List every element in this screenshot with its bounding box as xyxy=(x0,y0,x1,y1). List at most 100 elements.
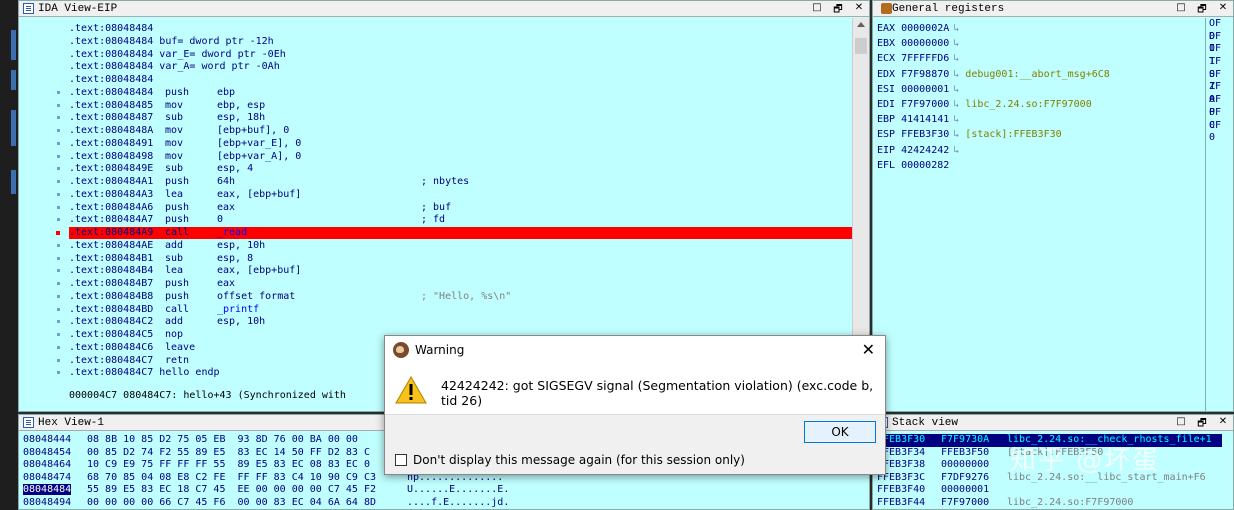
close-window-icon[interactable]: ✕ xyxy=(853,2,865,19)
jump-arrow-icon[interactable]: ↳ xyxy=(953,99,959,110)
hex-bytes[interactable]: 55 89 E5 83 EC 18 C7 45 EE 00 00 00 00 C… xyxy=(87,484,376,497)
disassembly-line[interactable]: .text:080484A3 lea eax, [ebp+buf] xyxy=(69,189,301,201)
register-value[interactable]: 0000002A xyxy=(901,23,949,34)
code-marker[interactable] xyxy=(57,243,60,247)
code-marker[interactable] xyxy=(57,180,60,183)
disassembly-line[interactable]: .text:080484C5 nop xyxy=(69,329,183,341)
register-row[interactable]: EDX F7F98870 ↳ debug001:__abort_msg+6C8 xyxy=(877,67,1110,82)
disassembly-line[interactable]: .text:080484B8 push offset format ; "Hello,… xyxy=(69,291,511,303)
register-value[interactable]: F7F98870 xyxy=(901,69,949,80)
code-marker[interactable] xyxy=(57,320,60,324)
register-row[interactable]: EFL 00000282 xyxy=(877,158,959,173)
register-value[interactable]: FFEB3F30 xyxy=(901,129,949,140)
register-value[interactable]: 00000000 xyxy=(901,38,949,49)
stack-row[interactable]: FFEB3F40 00000001 xyxy=(877,484,989,497)
register-row[interactable]: ESP FFEB3F30 ↳ [stack]:FFEB3F30 xyxy=(877,127,1062,142)
flag-item[interactable]: ZF 0 xyxy=(1206,81,1233,105)
jump-arrow-icon[interactable]: ↳ xyxy=(953,53,959,64)
register-value[interactable]: 00000282 xyxy=(901,160,949,171)
disassembly-line[interactable]: .text:08048484 var_E= dword ptr -0Eh xyxy=(69,49,286,61)
dialog-titlebar[interactable]: Warning ✕ xyxy=(385,336,885,364)
code-marker[interactable] xyxy=(57,141,60,145)
close-window-icon[interactable]: ✕ xyxy=(1217,416,1229,433)
flag-item[interactable]: TF 0 xyxy=(1206,56,1233,80)
disassembly-line[interactable]: .text:08048484 xyxy=(69,74,153,86)
code-marker[interactable] xyxy=(57,167,60,171)
hex-row[interactable]: 08048494 00 00 00 00 66 C7 45 F6 00 00 83… xyxy=(23,497,509,509)
maximize-window-icon[interactable]: 🗗 xyxy=(1196,416,1208,433)
restore-window-icon[interactable]: □ xyxy=(1175,416,1187,433)
hex-bytes[interactable]: 00 85 D2 74 F2 55 89 E5 83 EC 14 50 FF D… xyxy=(87,447,370,460)
jump-arrow-icon[interactable]: ↳ xyxy=(953,23,959,34)
maximize-window-icon[interactable]: 🗗 xyxy=(832,2,844,19)
code-marker[interactable] xyxy=(57,256,60,260)
flag-item[interactable]: PF 0 xyxy=(1206,107,1233,131)
stack-value[interactable]: F7F9730A xyxy=(941,434,989,447)
disassembly-line[interactable]: .text:080484C7 retn xyxy=(69,355,189,367)
disassembly-line[interactable]: .text:080484C2 add esp, 10h xyxy=(69,316,265,328)
registers-titlebar[interactable]: General registers □ 🗗 ✕ xyxy=(873,1,1233,17)
dock-tab[interactable] xyxy=(11,110,16,146)
hex-bytes[interactable]: 00 00 00 00 66 C7 45 F6 00 00 83 EC 04 6… xyxy=(87,497,376,509)
code-marker[interactable] xyxy=(57,358,60,362)
code-marker[interactable] xyxy=(57,294,60,298)
code-marker[interactable] xyxy=(57,282,60,285)
code-marker[interactable] xyxy=(57,307,60,311)
code-marker[interactable] xyxy=(57,205,60,209)
register-value[interactable]: 42424242 xyxy=(901,145,949,156)
disassembly-line[interactable]: .text:08048491 mov [ebp+var_E], 0 xyxy=(69,138,301,150)
disassembly-line[interactable]: .text:08048485 mov ebp, esp xyxy=(69,100,265,112)
stack-value[interactable]: F7DF9276 xyxy=(941,472,989,485)
flag-item[interactable]: SF 1 xyxy=(1206,69,1233,93)
stack-value[interactable]: 00000001 xyxy=(941,484,989,497)
ida-view-titlebar[interactable]: IDA View-EIP □ 🗗 ✕ xyxy=(19,1,869,17)
close-window-icon[interactable]: ✕ xyxy=(1217,2,1229,19)
register-value[interactable]: 00000001 xyxy=(901,84,949,95)
hex-bytes[interactable]: 08 8B 10 85 D2 75 05 EB 93 8D 76 00 BA 0… xyxy=(87,434,358,447)
disassembly-line[interactable]: .text:0804849E sub esp, 4 xyxy=(69,163,253,175)
register-row[interactable]: EAX 0000002A ↳ xyxy=(877,21,965,36)
code-marker[interactable] xyxy=(57,192,60,196)
disassembly-line[interactable]: .text:08048484 var_A= word ptr -0Ah xyxy=(69,61,280,73)
breakpoint-marker[interactable] xyxy=(56,231,60,235)
disassembly-line[interactable]: .text:08048498 mov [ebp+var_A], 0 xyxy=(69,151,301,163)
hex-row[interactable]: 08048474 68 70 85 04 08 E8 C2 FE FF FF 83… xyxy=(23,472,503,485)
jump-arrow-icon[interactable]: ↳ xyxy=(953,129,959,140)
disassembly-line[interactable]: .text:08048484 buf= dword ptr -12h xyxy=(69,36,274,48)
ok-button[interactable]: OK xyxy=(804,421,876,443)
hex-bytes[interactable]: 68 70 85 04 08 E8 C2 FE FF FF 83 C4 10 9… xyxy=(87,472,376,485)
disassembly-line[interactable]: .text:080484B4 lea eax, [ebp+buf] xyxy=(69,265,301,277)
hex-bytes[interactable]: 10 C9 E9 75 FF FF FF 55 89 E5 83 EC 08 8… xyxy=(87,459,370,472)
register-row[interactable]: EIP 42424242 ↳ xyxy=(877,143,965,158)
register-row[interactable]: ECX 7FFFFFD6 ↳ xyxy=(877,51,965,66)
register-row[interactable]: EDI F7F97000 ↳ libc_2.24.so:F7F97000 xyxy=(877,97,1092,112)
code-marker[interactable] xyxy=(57,345,60,349)
disassembly-line[interactable]: .text:080484C7 hello endp xyxy=(69,367,220,379)
stack-value[interactable]: 00000000 xyxy=(941,459,989,472)
code-marker[interactable] xyxy=(57,90,60,94)
register-row[interactable]: EBP 41414141 ↳ xyxy=(877,112,965,127)
register-row[interactable]: EBX 00000000 ↳ xyxy=(877,36,965,51)
code-marker[interactable] xyxy=(57,116,60,120)
flag-item[interactable]: CF 0 xyxy=(1206,120,1233,144)
disassembly-line[interactable]: .text:080484A1 push 64h ; nbytes xyxy=(69,176,469,188)
maximize-window-icon[interactable]: 🗗 xyxy=(1196,2,1208,19)
code-marker[interactable] xyxy=(57,218,60,222)
dock-tab[interactable] xyxy=(11,70,16,90)
code-marker[interactable] xyxy=(57,371,60,375)
flag-item[interactable]: DF 0 xyxy=(1206,31,1233,55)
code-marker[interactable] xyxy=(57,154,60,158)
hex-row[interactable]: 08048444 08 8B 10 85 D2 75 05 EB 93 8D 76… xyxy=(23,434,358,447)
scrollbar-thumb[interactable] xyxy=(855,38,867,54)
restore-window-icon[interactable]: □ xyxy=(1175,2,1187,19)
jump-arrow-icon[interactable]: ↳ xyxy=(953,38,959,49)
disassembly-line[interactable]: .text:080484BD call _printf xyxy=(69,304,259,316)
code-marker[interactable] xyxy=(57,333,60,336)
hex-row[interactable]: 08048484 55 89 E5 83 EC 18 C7 45 EE 00 00… xyxy=(23,484,509,497)
checkbox-box[interactable] xyxy=(395,454,407,466)
jump-arrow-icon[interactable]: ↳ xyxy=(953,114,959,125)
hex-row[interactable]: 08048464 10 C9 E9 75 FF FF FF 55 89 E5 83… xyxy=(23,459,370,472)
jump-arrow-icon[interactable]: ↳ xyxy=(953,69,959,80)
register-row[interactable]: ESI 00000001 ↳ xyxy=(877,82,965,97)
restore-window-icon[interactable]: □ xyxy=(811,2,823,19)
